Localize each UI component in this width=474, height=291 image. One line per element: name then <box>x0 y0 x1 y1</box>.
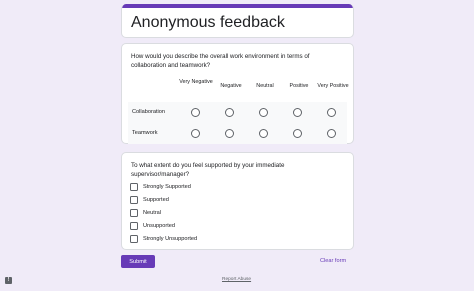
checkbox-label: Strongly Unsupported <box>143 235 198 242</box>
checkbox-option[interactable]: Strongly Supported <box>130 180 197 193</box>
grid-header: Very Negative Negative Neutral Positive … <box>128 78 349 102</box>
row-label: Collaboration <box>132 109 165 115</box>
question-card-support: To what extent do you feel supported by … <box>121 152 354 250</box>
column-label: Negative <box>220 83 242 89</box>
question-card-environment: How would you describe the overall work … <box>121 43 354 144</box>
checkbox-option[interactable]: Neutral <box>130 206 197 219</box>
checkbox[interactable] <box>130 208 138 217</box>
report-abuse-link[interactable]: Report Abuse <box>222 277 251 282</box>
question-text: How would you describe the overall work … <box>131 53 310 69</box>
form-title-card: Anonymous feedback <box>121 4 354 38</box>
checkbox[interactable] <box>130 182 138 191</box>
row-label: Teamwork <box>132 130 158 136</box>
column-label: Very Negative <box>179 79 213 85</box>
grid-row-teamwork: Teamwork <box>128 123 347 144</box>
column-label: Positive <box>289 83 309 89</box>
radio-teamwork-very-positive[interactable] <box>327 129 336 138</box>
clear-form-button[interactable]: Clear form <box>320 258 346 264</box>
checkbox-label: Strongly Supported <box>143 183 191 190</box>
checkbox-label: Supported <box>143 196 169 203</box>
question-text: To what extent do you feel supported by … <box>131 162 285 178</box>
radio-teamwork-neutral[interactable] <box>259 129 268 138</box>
radio-collaboration-very-negative[interactable] <box>191 108 200 117</box>
column-label: Very Positive <box>317 83 349 89</box>
checkbox[interactable] <box>130 234 138 243</box>
checkbox[interactable] <box>130 195 138 204</box>
checkbox-option[interactable]: Unsupported <box>130 219 197 232</box>
radio-collaboration-neutral[interactable] <box>259 108 268 117</box>
radio-teamwork-negative[interactable] <box>225 129 234 138</box>
checkbox-list: Strongly Supported Supported Neutral Uns… <box>130 180 197 245</box>
submit-button[interactable]: Submit <box>121 255 155 268</box>
checkbox[interactable] <box>130 221 138 230</box>
radio-teamwork-positive[interactable] <box>293 129 302 138</box>
checkbox-label: Unsupported <box>143 222 176 229</box>
checkbox-label: Neutral <box>143 209 162 216</box>
form-title: Anonymous feedback <box>131 14 285 31</box>
radio-collaboration-very-positive[interactable] <box>327 108 336 117</box>
grid-row-collaboration: Collaboration <box>128 102 347 123</box>
radio-teamwork-very-negative[interactable] <box>191 129 200 138</box>
radio-collaboration-negative[interactable] <box>225 108 234 117</box>
checkbox-option[interactable]: Supported <box>130 193 197 206</box>
feedback-icon[interactable]: ! <box>5 277 12 284</box>
column-label: Neutral <box>256 83 274 89</box>
choice-grid: Very Negative Negative Neutral Positive … <box>128 78 349 144</box>
radio-collaboration-positive[interactable] <box>293 108 302 117</box>
checkbox-option[interactable]: Strongly Unsupported <box>130 232 197 245</box>
